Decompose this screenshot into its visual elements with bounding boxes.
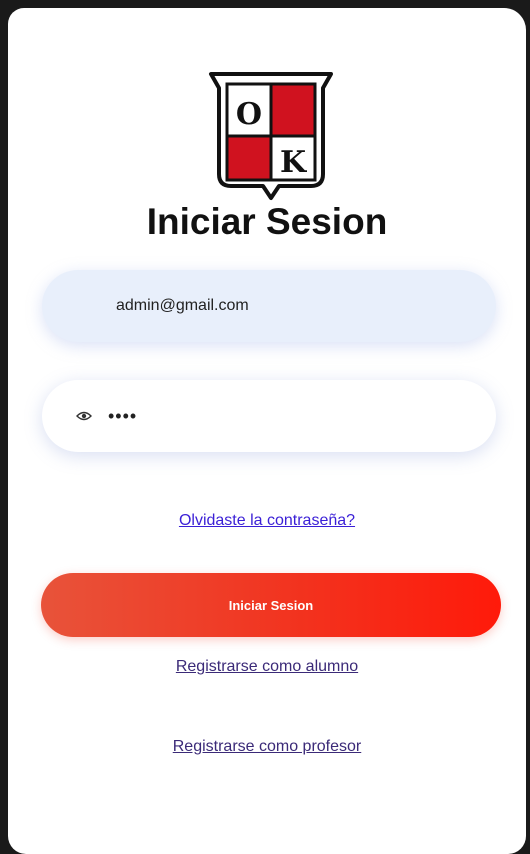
password-input[interactable]: [106, 404, 450, 428]
logo-red-quadrant-bottom: [227, 136, 271, 180]
school-logo: O K: [205, 70, 337, 202]
register-student-link[interactable]: Registrarse como alumno: [8, 658, 526, 676]
email-input[interactable]: [114, 296, 458, 316]
app-frame: O K Iniciar Sesion Olvidaste la contrase…: [0, 0, 530, 854]
login-button[interactable]: Iniciar Sesion: [41, 573, 501, 637]
shield-logo-icon: O K: [209, 72, 333, 200]
login-card: O K Iniciar Sesion Olvidaste la contrase…: [8, 8, 526, 854]
logo-letter-k: K: [280, 145, 307, 180]
register-teacher-link[interactable]: Registrarse como profesor: [8, 738, 526, 756]
logo-letter-o: O: [236, 97, 262, 132]
email-field-container[interactable]: [42, 270, 496, 342]
page-title: Iniciar Sesion: [146, 201, 388, 242]
eye-icon[interactable]: [76, 410, 92, 422]
logo-red-quadrant-top: [271, 84, 315, 136]
forgot-password-link[interactable]: Olvidaste la contraseña?: [8, 512, 526, 530]
password-field-container[interactable]: [42, 380, 496, 452]
